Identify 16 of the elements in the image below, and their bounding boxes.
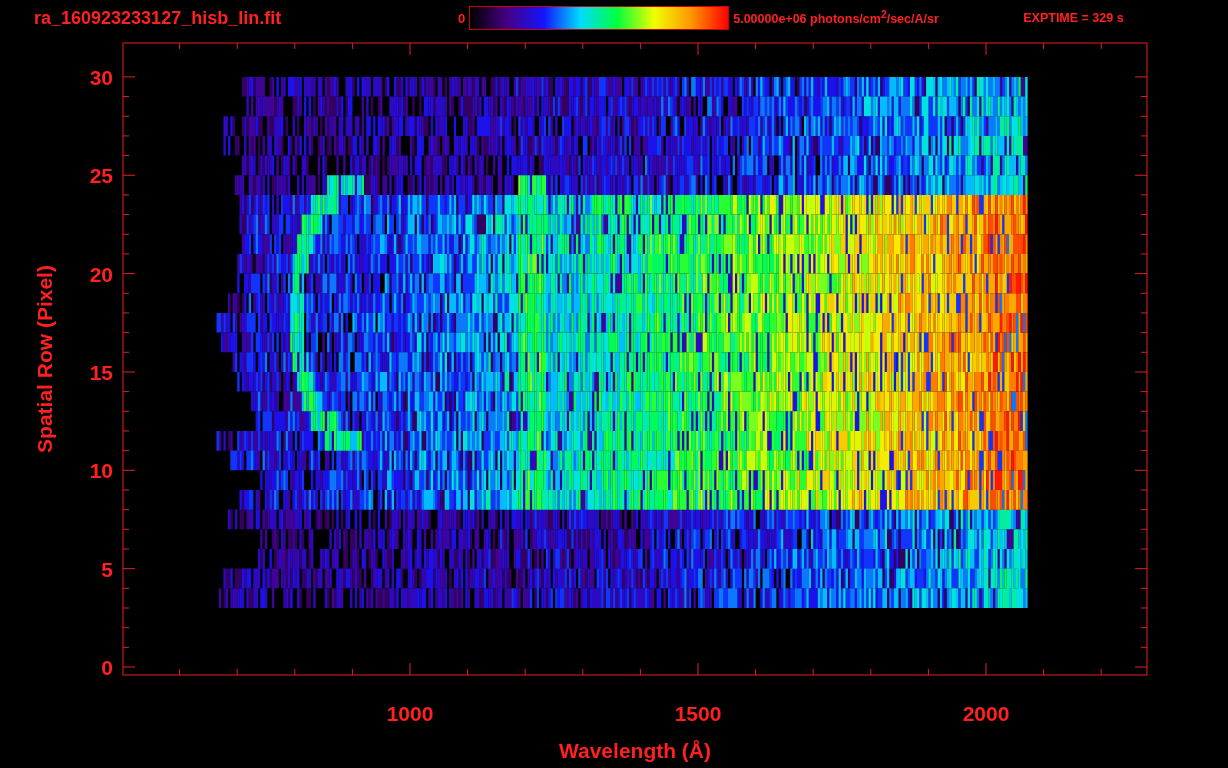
exposure-time: EXPTIME = 329 s: [1023, 11, 1124, 25]
y-tick-label: 25: [89, 164, 113, 188]
file-title: ra_160923233127_hisb_lin.fit: [34, 7, 283, 29]
y-tick-label: 20: [89, 262, 113, 286]
y-tick-label: 30: [89, 65, 113, 89]
x-tick-label: 1000: [386, 702, 434, 725]
y-tick-label: 10: [89, 459, 113, 483]
colorbar-max-label: 5.00000e+06 photons/cm$^{2}$/sec/A/sr: [733, 9, 940, 27]
x-tick-label: 2000: [962, 702, 1010, 725]
x-tick-label: 1500: [674, 702, 722, 725]
colorbar-min-label: 0: [458, 10, 466, 26]
y-tick-label: 5: [101, 557, 113, 581]
y-axis-title: Spatial Row (Pixel): [33, 265, 56, 453]
x-axis-title: Wavelength (Å): [558, 739, 712, 762]
y-tick-label: 0: [101, 656, 113, 679]
y-tick-label: 15: [89, 360, 113, 384]
